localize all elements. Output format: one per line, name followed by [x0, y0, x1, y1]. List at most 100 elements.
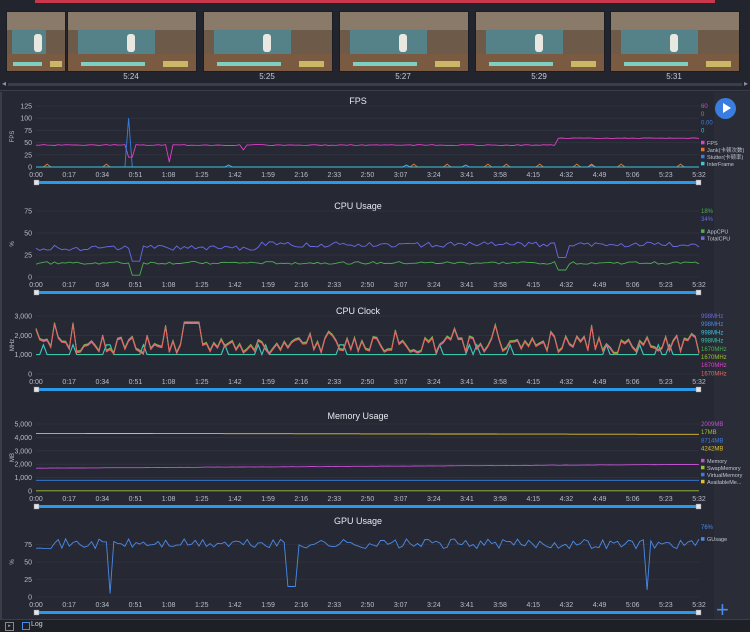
range-handle-left[interactable]	[33, 609, 40, 616]
log-label: Log	[31, 621, 43, 628]
legend-swatch	[701, 161, 705, 166]
timeline-timestamp: 5:27	[395, 72, 411, 81]
y-axis-label: %	[10, 241, 16, 247]
x-tick-label: 0:17	[62, 496, 76, 503]
timeline-thumbnail[interactable]	[339, 11, 469, 72]
x-tick-label: 4:32	[560, 282, 574, 289]
series-current-value: 0	[701, 129, 705, 135]
y-tick-label: 5,000	[14, 422, 32, 429]
series-line-0	[35, 537, 700, 594]
scroll-right-icon[interactable]: ▸	[744, 79, 748, 88]
series-current-value: 1670MHz	[701, 347, 727, 353]
timeline-thumbnail[interactable]	[67, 11, 197, 72]
legend-label: AppCPU	[707, 229, 728, 235]
y-tick-label: 25	[24, 253, 32, 260]
x-tick-label: 5:23	[659, 282, 673, 289]
x-tick-label: 1:25	[195, 172, 209, 179]
log-checkbox[interactable]	[22, 622, 30, 630]
timeline-scrollbar[interactable]: ◂ ▸	[2, 79, 748, 88]
legend-swatch	[701, 229, 705, 233]
series-current-value: 0	[701, 112, 705, 118]
y-tick-label: 25	[24, 577, 32, 584]
range-handle-right[interactable]	[695, 179, 702, 186]
legend-label: AvailableMe...	[707, 480, 742, 486]
y-axis-label: MB	[10, 453, 16, 462]
legend-swatch	[701, 479, 705, 484]
x-tick-label: 3:58	[493, 602, 507, 609]
x-tick-label: 0:17	[62, 602, 76, 609]
x-tick-label: 2:33	[328, 496, 342, 503]
range-handle-right[interactable]	[695, 386, 702, 393]
legend-swatch	[701, 537, 705, 541]
play-button[interactable]	[715, 98, 736, 119]
timeline-thumbnail[interactable]	[203, 11, 333, 72]
x-tick-label: 0:34	[95, 496, 109, 503]
x-tick-label: 1:42	[228, 496, 242, 503]
series-current-value: 1670MHz	[701, 363, 727, 369]
y-tick-label: 75	[24, 128, 32, 135]
x-tick-label: 5:06	[626, 496, 640, 503]
x-tick-label: 5:06	[626, 282, 640, 289]
x-tick-label: 1:42	[228, 282, 242, 289]
series-current-value: 18%	[701, 209, 714, 215]
x-tick-label: 1:25	[195, 379, 209, 386]
y-tick-label: 0	[28, 595, 32, 602]
chart-panel-4: GPU Usage 0 25 50 75% 0:00 0:17 0:34 0:51 1:08 1:2…	[2, 512, 727, 617]
scroll-left-icon[interactable]: ◂	[2, 79, 6, 88]
add-chart-icon[interactable]: +	[716, 599, 729, 621]
legend-swatch	[701, 140, 705, 145]
legend-swatch	[701, 236, 705, 240]
range-scrollbar[interactable]	[36, 388, 699, 391]
y-axis-label: MHz	[10, 339, 16, 351]
x-tick-label: 1:08	[162, 496, 176, 503]
expand-icon[interactable]: ▸	[5, 622, 14, 631]
x-tick-label: 3:24	[427, 496, 441, 503]
range-handle-left[interactable]	[33, 289, 40, 296]
x-tick-label: 0:34	[95, 602, 109, 609]
timeline-thumbnail[interactable]	[475, 11, 605, 72]
range-handle-left[interactable]	[33, 386, 40, 393]
timeline-thumbnail[interactable]	[6, 11, 66, 72]
x-tick-label: 4:15	[526, 496, 540, 503]
x-tick-label: 4:15	[526, 602, 540, 609]
x-tick-label: 3:41	[460, 602, 474, 609]
series-current-value: 1670MHz	[701, 355, 727, 361]
x-tick-label: 5:06	[626, 379, 640, 386]
timeline-thumbnail[interactable]	[610, 11, 740, 72]
timeline-timestamp: 5:24	[123, 72, 139, 81]
x-tick-label: 2:16	[294, 282, 308, 289]
legend-swatch	[701, 154, 705, 159]
timeline-timestamp: 5:29	[531, 72, 547, 81]
x-tick-label: 2:33	[328, 602, 342, 609]
range-handle-right[interactable]	[695, 289, 702, 296]
x-tick-label: 2:16	[294, 172, 308, 179]
x-tick-label: 3:24	[427, 602, 441, 609]
range-scrollbar[interactable]	[36, 181, 699, 184]
x-tick-label: 3:58	[493, 172, 507, 179]
legend-label: Memory	[707, 459, 727, 465]
x-tick-label: 0:51	[129, 282, 143, 289]
range-scrollbar[interactable]	[36, 611, 699, 614]
x-tick-label: 1:25	[195, 282, 209, 289]
y-tick-label: 100	[20, 116, 32, 123]
legend-swatch	[701, 147, 705, 152]
legend-swatch	[701, 465, 705, 470]
range-scrollbar[interactable]	[36, 505, 699, 508]
x-tick-label: 3:41	[460, 282, 474, 289]
range-handle-left[interactable]	[33, 179, 40, 186]
series-line-3	[36, 164, 699, 168]
range-handle-right[interactable]	[695, 503, 702, 510]
x-tick-label: 1:42	[228, 379, 242, 386]
legend-label: Jank(卡顿次数)	[707, 146, 744, 154]
range-scrollbar[interactable]	[36, 291, 699, 294]
x-tick-label: 2:16	[294, 379, 308, 386]
x-tick-label: 4:15	[526, 379, 540, 386]
y-axis-label: FPS	[10, 131, 16, 143]
x-tick-label: 0:51	[129, 379, 143, 386]
y-tick-label: 3,000	[14, 448, 32, 455]
range-handle-left[interactable]	[33, 503, 40, 510]
legend-label: GUsage	[707, 537, 727, 543]
range-handle-right[interactable]	[695, 609, 702, 616]
y-tick-label: 25	[24, 152, 32, 159]
legend-label: Stutter(卡顿率)	[707, 153, 744, 161]
